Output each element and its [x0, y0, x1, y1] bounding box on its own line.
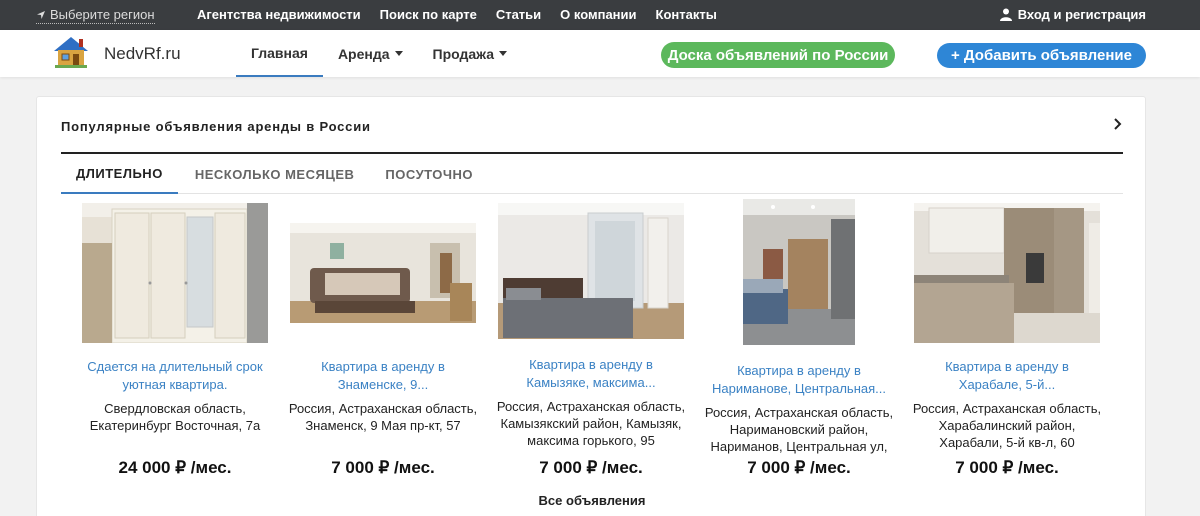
location-arrow-icon: [37, 10, 45, 19]
address-line: Россия, Астраханская область,: [288, 401, 478, 416]
site-header: NedvRf.ru Главная Аренда Продажа Доска о…: [0, 30, 1200, 77]
listing-card[interactable]: Квартира в аренду в Нариманове, Централь…: [699, 199, 899, 477]
listing-title-line: Квартира в аренду в: [529, 357, 653, 372]
nav-sale[interactable]: Продажа: [418, 30, 523, 77]
nav-home-label: Главная: [251, 44, 308, 61]
listing-title-line: Квартира в аренду в: [321, 359, 445, 374]
address-line: Харабалинский район,: [938, 418, 1076, 433]
listing-photo[interactable]: [82, 203, 268, 343]
user-icon: [999, 8, 1012, 21]
listing-price: 24 000 ₽ /мес.: [118, 458, 232, 477]
listing-title-link[interactable]: Сдается на длительный срок уютная кварти…: [75, 358, 275, 394]
popular-rentals-card: Популярные объявления аренды в России ДЛ…: [36, 96, 1146, 516]
address-line: Наримановский район,: [729, 422, 869, 437]
listing-price: 7 000 ₽ /мес.: [955, 458, 1059, 477]
listing-price: 7 000 ₽ /мес.: [539, 458, 643, 477]
listing-card[interactable]: Квартира в аренду в Знаменске, 9... Росс…: [283, 203, 483, 477]
tab-daily[interactable]: ПОСУТОЧНО: [371, 154, 487, 194]
tab-long-term[interactable]: ДЛИТЕЛЬНО: [61, 154, 178, 194]
listing-title-line: Сдается на длительный срок: [87, 359, 263, 374]
top-nav-map-search[interactable]: Поиск по карте: [380, 7, 477, 22]
listing-title-line: уютная квартира.: [122, 377, 228, 392]
listing-photo[interactable]: [743, 199, 855, 345]
chevron-down-icon: [499, 51, 508, 56]
login-link[interactable]: Вход и регистрация: [999, 7, 1146, 22]
listing-title-line: Харабале, 5-й...: [958, 377, 1056, 392]
address-line: Знаменск, 9 Мая пр-кт, 57: [305, 418, 461, 433]
address-line: Харабали, 5-й кв-л, 60: [939, 435, 1075, 450]
listing-title-link[interactable]: Квартира в аренду в Знаменске, 9...: [283, 358, 483, 394]
section-title: Популярные объявления аренды в России: [61, 119, 371, 134]
listing-title-line: Квартира в аренду в: [945, 359, 1069, 374]
listing-address: Свердловская область, Екатеринбург Восто…: [75, 400, 275, 434]
listing-title-link[interactable]: Квартира в аренду в Нариманове, Централь…: [699, 362, 899, 398]
address-line: Россия, Астраханская область,: [912, 401, 1102, 416]
nav-rent-label: Аренда: [337, 45, 390, 62]
top-nav: Агентства недвижимости Поиск по карте Ст…: [197, 7, 717, 22]
listing-address: Россия, Астраханская область, Харабалинс…: [907, 400, 1107, 451]
address-line: Екатеринбург Восточная, 7а: [89, 418, 261, 433]
top-nav-about[interactable]: О компании: [560, 7, 636, 22]
address-line: Свердловская область,: [104, 401, 246, 416]
address-line: Россия, Астраханская область,: [704, 405, 894, 420]
listing-title-link[interactable]: Квартира в аренду в Харабале, 5-й...: [907, 358, 1107, 394]
listing-card[interactable]: Квартира в аренду в Харабале, 5-й... Рос…: [907, 203, 1107, 477]
listing-price: 7 000 ₽ /мес.: [331, 458, 435, 477]
all-listings-link[interactable]: Все объявления: [37, 493, 1147, 508]
nav-rent[interactable]: Аренда: [323, 30, 418, 77]
top-bar: Выберите регион Агентства недвижимости П…: [0, 0, 1200, 30]
rental-period-tabs: ДЛИТЕЛЬНО НЕСКОЛЬКО МЕСЯЦЕВ ПОСУТОЧНО: [61, 154, 1123, 194]
board-russia-button[interactable]: Доска объявлений по России: [661, 42, 895, 68]
listing-price: 7 000 ₽ /мес.: [747, 458, 851, 477]
address-line: Камызякский район, Камызяк,: [500, 416, 682, 431]
listing-card[interactable]: Сдается на длительный срок уютная кварти…: [75, 203, 275, 477]
chevron-down-icon: [394, 51, 403, 56]
listing-title-link[interactable]: Квартира в аренду в Камызяке, максима...: [491, 356, 691, 392]
listing-title-line: Знаменске, 9...: [337, 377, 429, 392]
address-line: Нариманов, Центральная ул,: [710, 439, 888, 454]
site-brand[interactable]: NedvRf.ru: [104, 44, 181, 64]
address-line: Россия, Астраханская область,: [496, 399, 686, 414]
top-nav-contacts[interactable]: Контакты: [656, 7, 717, 22]
top-nav-agencies[interactable]: Агентства недвижимости: [197, 7, 361, 22]
nav-home[interactable]: Главная: [236, 30, 323, 77]
listing-photo[interactable]: [914, 203, 1100, 343]
listing-title-line: Нариманове, Центральная...: [712, 381, 886, 396]
house-logo-icon[interactable]: [52, 35, 90, 69]
main-nav: Главная Аренда Продажа: [236, 30, 522, 77]
listing-title-line: Квартира в аренду в: [737, 363, 861, 378]
login-label: Вход и регистрация: [1017, 7, 1146, 22]
listing-title-line: Камызяке, максима...: [526, 375, 656, 390]
listing-address: Россия, Астраханская область, Камызякски…: [491, 398, 691, 449]
listing-card[interactable]: Квартира в аренду в Камызяке, максима...…: [491, 203, 691, 477]
top-nav-articles[interactable]: Статьи: [496, 7, 541, 22]
address-line: максима горького, 95: [527, 433, 655, 448]
listing-photo[interactable]: [498, 203, 684, 339]
tab-several-months[interactable]: НЕСКОЛЬКО МЕСЯЦЕВ: [181, 154, 369, 194]
listing-address: Россия, Астраханская область, Наримановс…: [699, 404, 899, 455]
region-label: Выберите регион: [50, 7, 155, 22]
nav-sale-label: Продажа: [432, 45, 495, 62]
region-selector[interactable]: Выберите регион: [36, 6, 155, 24]
listing-photo[interactable]: [290, 223, 476, 323]
listing-address: Россия, Астраханская область, Знаменск, …: [283, 400, 483, 434]
chevron-right-icon[interactable]: [1113, 117, 1123, 131]
add-listing-button[interactable]: + Добавить объявление: [937, 43, 1146, 68]
